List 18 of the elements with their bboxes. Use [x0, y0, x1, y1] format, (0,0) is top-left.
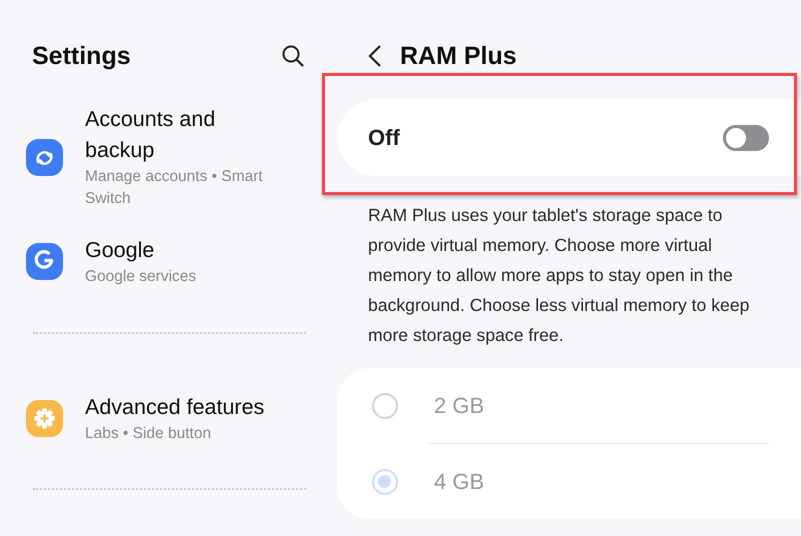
google-icon — [26, 243, 63, 280]
option-label: 2 GB — [434, 392, 484, 418]
item-title[interactable]: Advanced features — [85, 392, 285, 423]
option-label: 4 GB — [434, 468, 484, 494]
item-title[interactable]: Google — [85, 235, 285, 266]
page-title: RAM Plus — [400, 42, 517, 70]
sync-icon — [26, 138, 63, 176]
item-subtitle: Google services — [85, 267, 198, 287]
switch-label: Off — [368, 124, 400, 150]
description-text: RAM Plus uses your tablet's storage space to provide virtual memory. Choose more virtual memory to allow more apps to stay open in the background. Choose less virtual memory to keep more storage space free. — [368, 204, 750, 347]
back-icon[interactable] — [368, 44, 382, 68]
item-title[interactable]: Accounts and backup — [85, 104, 285, 166]
toggle-switch[interactable] — [723, 124, 769, 150]
settings-title: Settings — [32, 42, 131, 70]
item-subtitle: Labs • Side button — [85, 424, 212, 444]
search-icon[interactable] — [280, 43, 306, 69]
item-subtitle: Manage accounts • Smart Switch — [85, 167, 264, 209]
gear-icon — [26, 400, 63, 437]
